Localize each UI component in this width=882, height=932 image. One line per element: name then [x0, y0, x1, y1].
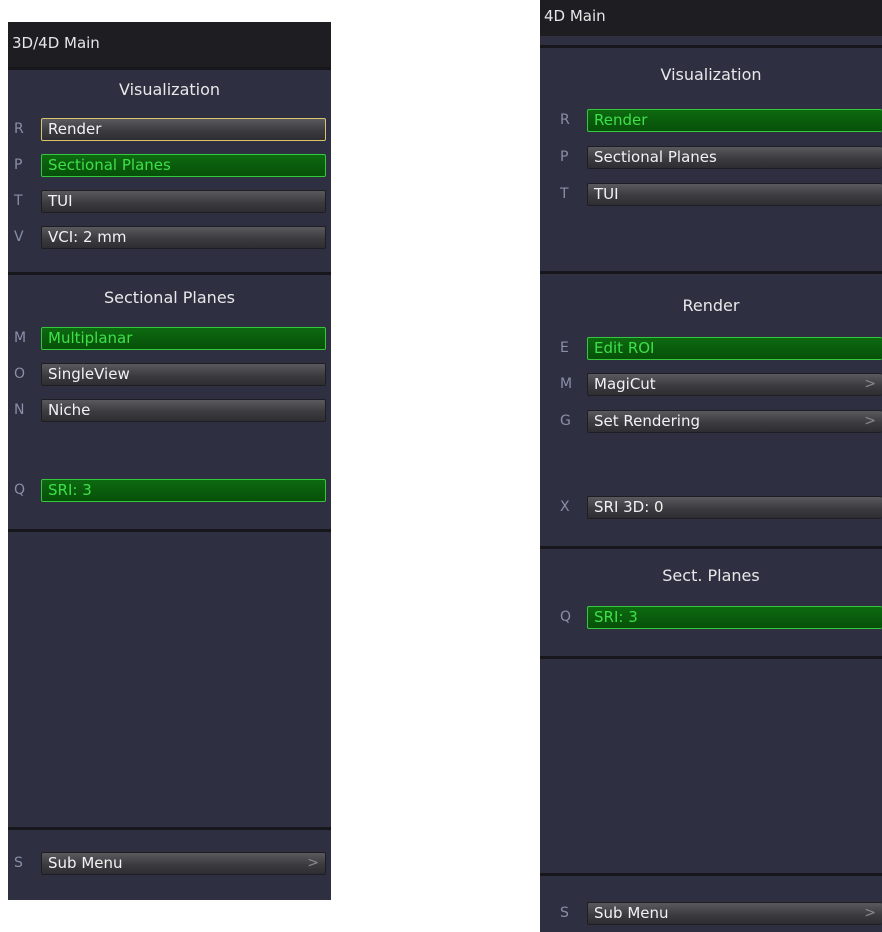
right-4d-main-panel: 4D Main Visualization R Render P Section…: [540, 0, 882, 932]
set-rendering-button[interactable]: Set Rendering >: [587, 410, 882, 433]
edit-roi-button[interactable]: Edit ROI: [587, 337, 882, 360]
divider: [540, 271, 882, 274]
singleview-row: O SingleView: [8, 363, 331, 387]
hotkey-label: Q: [14, 482, 26, 498]
divider: [540, 656, 882, 659]
hotkey-label: P: [560, 149, 569, 165]
vci-row: V VCI: 2 mm: [8, 226, 331, 250]
hotkey-label: R: [14, 121, 24, 137]
tui-button[interactable]: TUI: [587, 183, 882, 206]
tui-button[interactable]: TUI: [41, 190, 326, 213]
render-heading: Render: [682, 296, 740, 315]
magicut-row: M MagiCut >: [540, 373, 882, 397]
niche-button[interactable]: Niche: [41, 399, 326, 422]
hotkey-label: N: [14, 402, 25, 418]
render-button[interactable]: Render: [41, 118, 326, 141]
sectional-planes-button[interactable]: Sectional Planes: [587, 146, 882, 169]
sub-menu-button[interactable]: Sub Menu >: [587, 902, 882, 925]
singleview-button[interactable]: SingleView: [41, 363, 326, 386]
sub-menu-label: Sub Menu: [594, 904, 669, 922]
hotkey-label: S: [14, 855, 23, 871]
divider: [8, 272, 331, 275]
edit-roi-row: E Edit ROI: [540, 337, 882, 361]
panel-title: 3D/4D Main: [8, 22, 331, 67]
hotkey-label: E: [560, 340, 569, 356]
panel-title: 4D Main: [540, 0, 882, 36]
sri-button[interactable]: SRI: 3: [587, 606, 882, 629]
sri-3d-button[interactable]: SRI 3D: 0: [587, 496, 882, 519]
visualization-heading: Visualization: [118, 80, 221, 99]
hotkey-label: P: [14, 157, 23, 173]
niche-row: N Niche: [8, 399, 331, 423]
vci-button[interactable]: VCI: 2 mm: [41, 226, 326, 249]
hotkey-label: Q: [560, 609, 572, 625]
hotkey-label: X: [560, 499, 570, 515]
magicut-label: MagiCut: [594, 375, 656, 393]
sub-menu-button[interactable]: Sub Menu >: [41, 852, 326, 875]
chevron-right-icon: >: [864, 376, 876, 392]
divider: [8, 67, 331, 70]
sri-button[interactable]: SRI: 3: [41, 479, 326, 502]
render-button[interactable]: Render: [587, 109, 882, 132]
render-row: R Render: [540, 109, 882, 133]
chevron-right-icon: >: [864, 413, 876, 429]
hotkey-label: M: [560, 376, 573, 392]
sri-row: Q SRI: 3: [8, 479, 331, 503]
hotkey-label: M: [14, 330, 27, 346]
multiplanar-row: M Multiplanar: [8, 327, 331, 351]
set-rendering-label: Set Rendering: [594, 412, 700, 430]
tui-row: T TUI: [8, 190, 331, 214]
multiplanar-button[interactable]: Multiplanar: [41, 327, 326, 350]
hotkey-label: T: [14, 193, 23, 209]
hotkey-label: S: [560, 905, 569, 921]
tui-row: T TUI: [540, 183, 882, 207]
chevron-right-icon: >: [307, 855, 319, 871]
sectional-planes-heading: Sectional Planes: [104, 288, 235, 307]
hotkey-label: V: [14, 229, 24, 245]
sub-menu-label: Sub Menu: [48, 854, 123, 872]
chevron-right-icon: >: [864, 905, 876, 921]
hotkey-label: T: [560, 186, 569, 202]
divider: [540, 873, 882, 876]
sri-3d-row: X SRI 3D: 0: [540, 496, 882, 520]
left-3d-4d-main-panel: 3D/4D Main Visualization R Render P Sect…: [8, 22, 331, 900]
magicut-button[interactable]: MagiCut >: [587, 373, 882, 396]
hotkey-label: O: [14, 366, 26, 382]
sectional-planes-row: P Sectional Planes: [540, 146, 882, 170]
set-rendering-row: G Set Rendering >: [540, 410, 882, 434]
divider: [540, 546, 882, 549]
sectional-planes-button[interactable]: Sectional Planes: [41, 154, 326, 177]
hotkey-label: R: [560, 112, 570, 128]
render-row: R Render: [8, 118, 331, 142]
visualization-heading: Visualization: [660, 65, 762, 84]
divider: [8, 529, 331, 532]
sri-row: Q SRI: 3: [540, 606, 882, 630]
sect-planes-heading: Sect. Planes: [662, 566, 760, 585]
sectional-planes-row: P Sectional Planes: [8, 154, 331, 178]
divider: [8, 827, 331, 830]
sub-menu-row: S Sub Menu >: [540, 902, 882, 926]
divider: [540, 45, 882, 48]
sub-menu-row: S Sub Menu >: [8, 852, 331, 876]
hotkey-label: G: [560, 413, 571, 429]
